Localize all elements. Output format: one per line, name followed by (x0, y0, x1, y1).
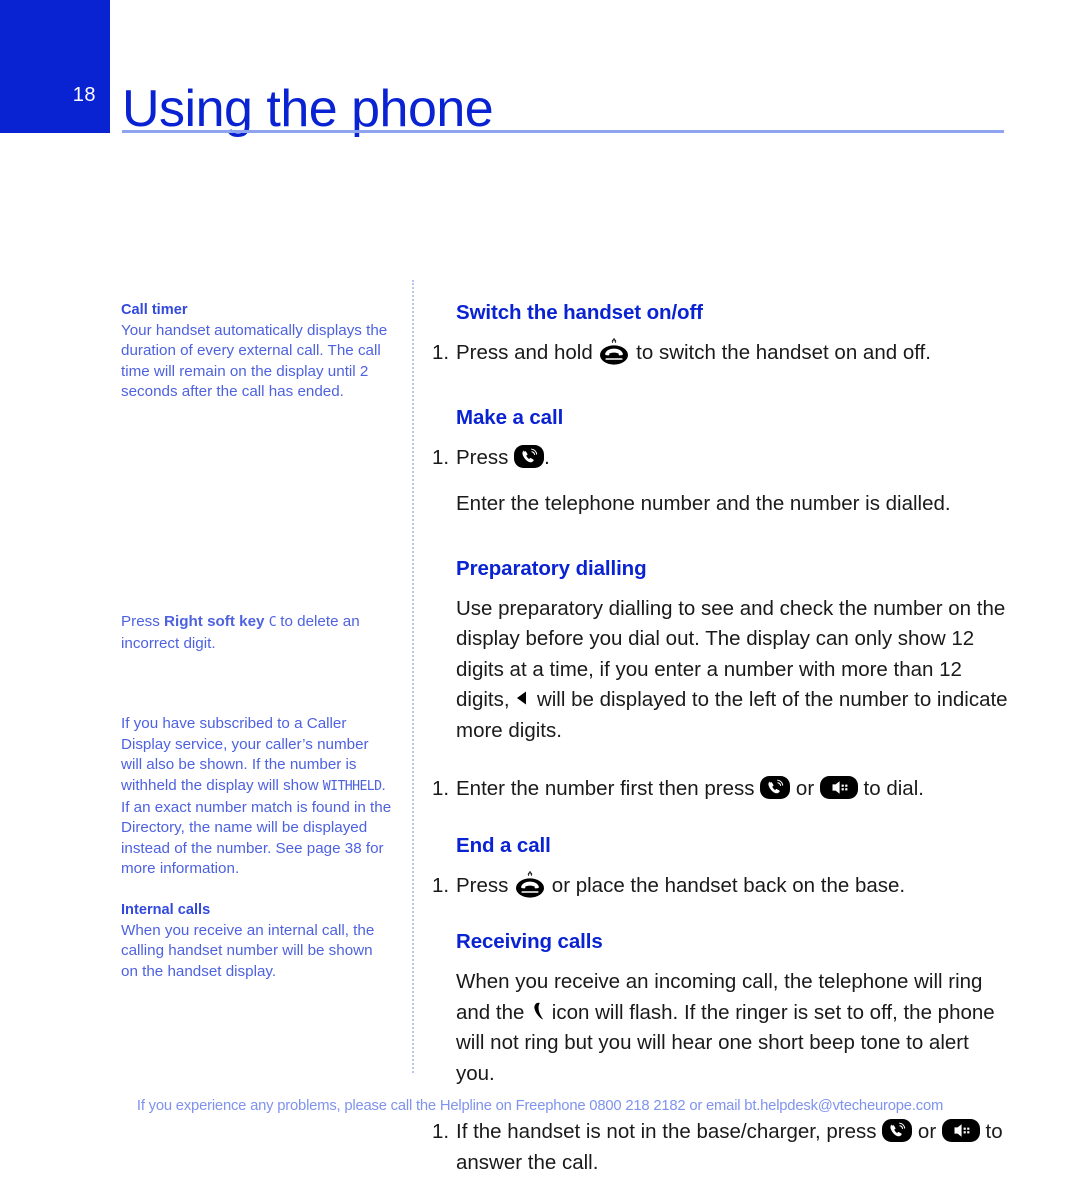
step-switch-handset: 1. Press and hold to switch the handset … (432, 338, 1010, 369)
talk-handset-icon (760, 776, 791, 799)
step-number: 1. (432, 873, 450, 897)
note-caller-display: If you have subscribed to a Caller Displ… (121, 714, 393, 880)
step-text-post: to switch the handset on and off. (630, 341, 931, 364)
end-call-power-icon (598, 338, 630, 366)
step-text: Press . (456, 443, 1010, 474)
section-gap-2 (432, 520, 1010, 556)
page-footer: If you experience any problems, please c… (136, 1098, 944, 1114)
section-gap-4 (432, 901, 1010, 929)
step-text-mid: or (912, 1120, 942, 1143)
step-answer-call: 1. If the handset is not in the base/cha… (432, 1117, 1010, 1178)
note-body-call-timer: Your handset automatically displays the … (121, 321, 388, 401)
step-text-pre: Press and hold (456, 341, 599, 364)
end-call-power-icon (514, 870, 546, 899)
step-text-post: to dial. (857, 777, 924, 800)
step-text-pre: If the handset is not in the base/charge… (456, 1120, 883, 1143)
paragraph-post: will be displayed to the left of the num… (456, 688, 1008, 742)
note-softkey-bold: Right soft key (164, 612, 265, 630)
section-heading-end-a-call: End a call (456, 833, 551, 857)
step-end-a-call: 1. Press or place the handset back on th… (432, 870, 1010, 902)
note-right-soft-key: Press Right soft key C to delete an inco… (121, 612, 393, 654)
step-text-post: . (544, 445, 550, 469)
step-preparatory-dial: 1. Enter the number first then press or … (432, 774, 1010, 805)
step-text: Press or place the handset back on the b… (456, 870, 1010, 902)
section-heading-preparatory-dialling: Preparatory dialling (456, 556, 647, 580)
step-number: 1. (432, 445, 450, 469)
paragraph-receiving-calls: When you receive an incoming call, the t… (456, 967, 1010, 1089)
column-divider (412, 280, 414, 1073)
left-triangle-icon (515, 688, 531, 708)
note-caller-lcd: WITHHELD (322, 778, 382, 794)
step-text-pre: Press (456, 445, 515, 469)
note-heading-call-timer: Call timer (121, 302, 188, 318)
speakerphone-icon (819, 776, 858, 799)
section-heading-switch-handset: Switch the handset on/off (456, 301, 703, 324)
note-heading-internal-calls: Internal calls (121, 901, 211, 918)
talk-handset-icon (514, 444, 545, 468)
note-softkey-lcd: C (268, 614, 277, 630)
margin-notes-sidebar: Call timer Your handset automatically di… (121, 300, 393, 982)
step-text: Enter the number first then press or to … (456, 774, 1010, 805)
step-gap (432, 473, 1010, 489)
page-number: 18 (72, 84, 96, 106)
note-softkey-pre: Press (121, 612, 165, 630)
step-text: If the handset is not in the base/charge… (456, 1117, 1010, 1178)
talk-handset-icon (882, 1119, 913, 1142)
section-heading-receiving-calls: Receiving calls (456, 930, 603, 953)
page-title: Using the phone (122, 79, 494, 138)
step-text-mid: or (790, 777, 820, 800)
step-number: 1. (432, 777, 450, 800)
handset-glyph-icon (530, 1001, 546, 1023)
note-body-internal-calls: When you receive an internal call, the c… (121, 921, 375, 980)
step-number: 1. (432, 341, 450, 364)
section-gap-1 (432, 369, 1010, 405)
section-heading-make-a-call: Make a call (456, 405, 564, 429)
page-number-block: 18 (0, 0, 110, 133)
title-divider-rule (122, 130, 1004, 133)
page-header: 18 Using the phone (0, 0, 1080, 138)
paragraph-enter-number: Enter the telephone number and the numbe… (456, 492, 951, 515)
step-make-a-call: 1. Press . (432, 443, 1010, 474)
step-text-pre: Enter the number first then press (456, 777, 761, 800)
step-text-pre: Press (456, 873, 515, 897)
note-call-timer: Call timer Your handset automatically di… (121, 300, 393, 403)
step-text: Press and hold to switch the handset on … (456, 338, 1010, 369)
note-internal-calls: Internal calls When you receive an inter… (121, 900, 393, 982)
section-gap-3 (432, 805, 1010, 833)
speakerphone-icon (941, 1119, 980, 1142)
step-text-post: or place the handset back on the base. (546, 873, 906, 897)
step-number: 1. (432, 1120, 450, 1143)
paragraph-preparatory-dialling: Use preparatory dialling to see and chec… (456, 594, 1010, 747)
main-column: Switch the handset on/off 1. Press and h… (432, 300, 1010, 1178)
